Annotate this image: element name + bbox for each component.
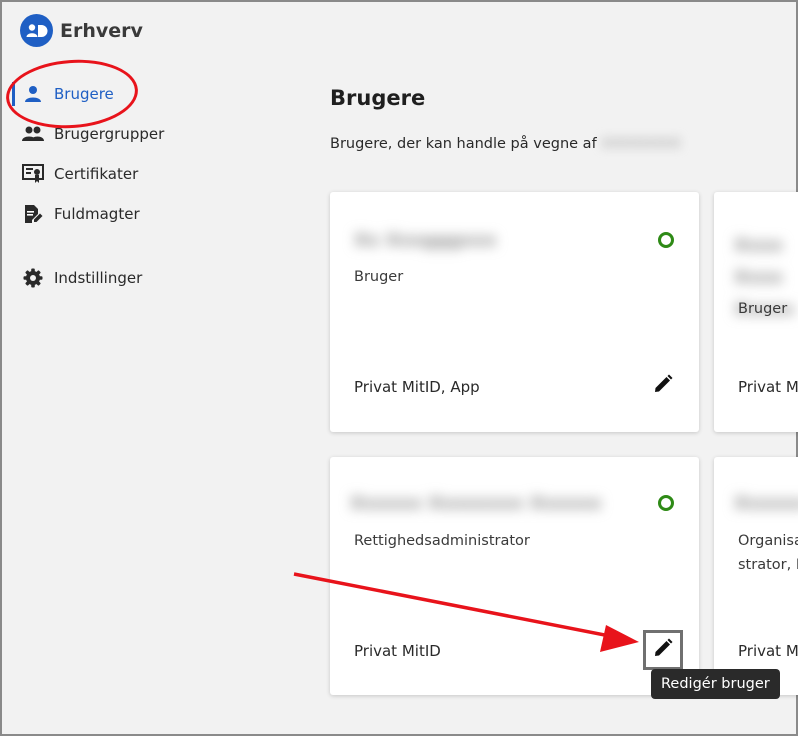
user-role: Bruger: [354, 269, 404, 285]
login-method: Privat MitID, App: [354, 378, 480, 396]
subtitle-text: Brugere, der kan handle på vegne af: [330, 136, 597, 152]
sidebar-item-label: Indstillinger: [54, 269, 143, 287]
login-method: Privat MitID: [354, 642, 441, 660]
page-subtitle: Brugere, der kan handle på vegne af XXXX…: [330, 136, 681, 152]
pencil-icon: [653, 374, 673, 398]
user-card[interactable]: Xxxxxx Xxxxxxxx Xxxxxx Rettighedsadminis…: [330, 457, 699, 695]
status-indicator: [658, 495, 674, 511]
pencil-icon: [653, 638, 673, 662]
user-name: Xxxxxx Xxxxxxxx Xxxxxx: [350, 493, 602, 514]
login-method: Privat M: [738, 378, 798, 396]
sidebar-item-label: Fuldmagter: [54, 205, 140, 223]
user-name: Xx Xxxgggxxx: [354, 230, 497, 251]
status-indicator: [658, 232, 674, 248]
gear-icon: [22, 267, 44, 289]
sidebar-item-indstillinger[interactable]: Indstillinger: [2, 258, 302, 298]
sidebar-item-certifikater[interactable]: Certifikater: [2, 154, 302, 194]
company-name-redacted: XXXXXXXX: [601, 136, 681, 152]
group-icon: [22, 123, 44, 145]
sidebar-item-label: Certifikater: [54, 165, 139, 183]
user-card[interactable]: Xxxxxx Organisa strator, F Privat M: [714, 457, 798, 695]
app-title: Erhverv: [60, 19, 143, 42]
user-card[interactable]: Xxxx Xxxx Xxxxx Bruger Privat M: [714, 192, 798, 432]
user-role: Bruger: [738, 301, 788, 317]
edit-user-tooltip: Redigér bruger: [651, 669, 780, 699]
user-card[interactable]: Xx Xxxgggxxx Bruger Privat MitID, App: [330, 192, 699, 432]
user-name: Xxxxxx: [734, 493, 798, 514]
document-edit-icon: [22, 203, 44, 225]
app-logo[interactable]: Erhverv: [20, 14, 143, 47]
certificate-icon: [22, 163, 44, 185]
edit-user-button[interactable]: [643, 630, 683, 670]
user-role: Rettighedsadministrator: [354, 533, 530, 549]
edit-user-button[interactable]: [646, 369, 680, 403]
logo-icon: [20, 14, 53, 47]
login-method: Privat M: [738, 642, 798, 660]
user-role: Organisa strator, F: [738, 533, 798, 573]
page-title: Brugere: [330, 86, 426, 110]
sidebar-item-fuldmagter[interactable]: Fuldmagter: [2, 194, 302, 234]
